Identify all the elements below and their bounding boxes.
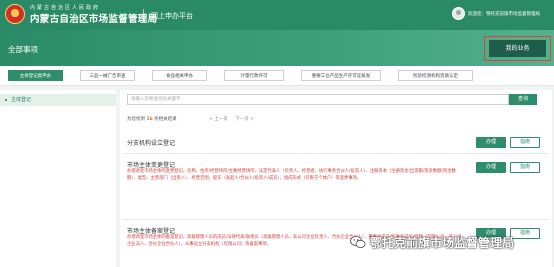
header-divider [143, 9, 144, 21]
result-count: 16 [146, 117, 153, 122]
next-page-link[interactable]: 下一页 > [235, 117, 254, 122]
result-suffix: 条相关结果 [154, 117, 177, 122]
user-avatar[interactable] [452, 7, 465, 20]
search-button[interactable]: 查询 [509, 94, 537, 105]
org-subtitle: 内蒙古自治区人民政府 [30, 5, 101, 11]
item-description: 办理改变市场主体的变更登记。名称、住所/经营场所/主要经营场所、法定代表人（负责… [127, 169, 456, 181]
tab-metrology-permit[interactable]: 计量行政许可 [224, 70, 284, 81]
result-summary: 为您找到 16 条相关结果 [127, 116, 177, 122]
item-guide-button[interactable]: 指南 [510, 137, 540, 148]
top-header: 内蒙古自治区人民政府 内蒙古自治区市场监督管理局 网上申办平台 欢迎您：鄂托克前… [0, 0, 554, 30]
item-do-button[interactable]: 办理 [476, 162, 506, 173]
pager: < 上一页 下一页 > [209, 116, 260, 122]
item-guide-button[interactable]: 指南 [510, 162, 540, 173]
result-prefix: 为您找到 [127, 117, 145, 122]
tab-industrial-license[interactable]: 重要工业产品生产许可证核发 [301, 70, 381, 81]
my-business-button[interactable]: 我的业务 [489, 40, 546, 57]
search-input[interactable]: 请输入您要查找的关键字 [127, 94, 509, 105]
prev-page-link[interactable]: < 上一页 [209, 117, 228, 122]
tab-ad-review[interactable]: 三品一械广告审查 [80, 70, 135, 81]
tab-inspection-qualification[interactable]: 检验检测机构资质认定 [398, 70, 473, 81]
page-title: 全部事项 [8, 45, 38, 54]
watermark-text: 鄂托克前旗市场监督管理局 [370, 236, 515, 250]
national-emblem-icon [5, 4, 25, 24]
watermark: 鄂托克前旗市场监督管理局 [334, 232, 554, 254]
bullet-icon [5, 99, 7, 101]
tab-food-related[interactable]: 食品相关申办 [152, 70, 207, 81]
org-name: 内蒙古自治区市场监督管理局 [30, 14, 158, 25]
item-do-button[interactable]: 办理 [476, 137, 506, 148]
platform-title: 网上申办平台 [151, 12, 193, 20]
sidebar-item-entity-registration[interactable]: 主体登记 [0, 94, 116, 106]
welcome-text[interactable]: 欢迎您：鄂托克前旗市场监督管理局 [468, 11, 540, 17]
tab-entity-registration[interactable]: 主体登记类申办 [8, 70, 63, 81]
wechat-icon [350, 236, 366, 248]
banner: 全部事项 [0, 30, 554, 66]
sidebar: 主体登记 [0, 90, 116, 267]
sidebar-item-label: 主体登记 [11, 97, 32, 103]
item-divider [123, 153, 548, 154]
item-title[interactable]: 分支机构设立登记 [127, 138, 175, 147]
item-divider [123, 219, 548, 220]
